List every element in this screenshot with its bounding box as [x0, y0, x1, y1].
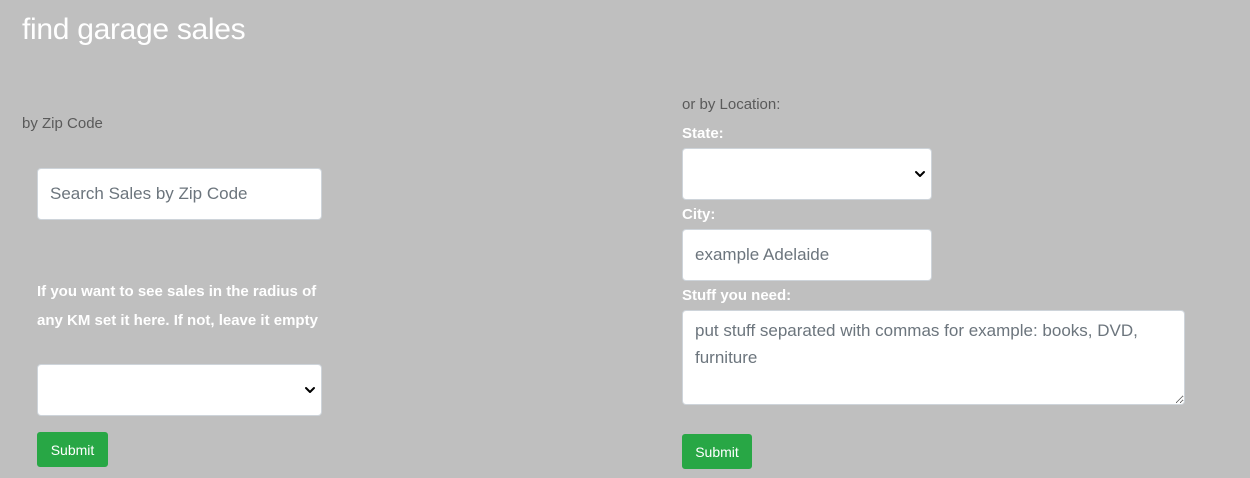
chevron-down-icon [305, 387, 315, 393]
zip-code-input[interactable] [37, 168, 322, 220]
zip-submit-button[interactable]: Submit [37, 432, 108, 467]
stuff-textarea[interactable] [682, 310, 1185, 405]
stuff-label: Stuff you need: [682, 287, 792, 304]
page-title: find garage sales [22, 13, 246, 46]
state-select[interactable] [682, 148, 932, 200]
state-label: State: [682, 125, 724, 142]
radius-select[interactable] [37, 364, 322, 416]
city-label: City: [682, 206, 716, 223]
chevron-down-icon [915, 171, 925, 177]
city-input[interactable] [682, 229, 932, 281]
location-submit-button[interactable]: Submit [682, 434, 752, 469]
radius-label: If you want to see sales in the radius o… [37, 283, 318, 329]
zip-section-label: by Zip Code [22, 115, 103, 132]
location-section-label: or by Location: [682, 96, 781, 113]
